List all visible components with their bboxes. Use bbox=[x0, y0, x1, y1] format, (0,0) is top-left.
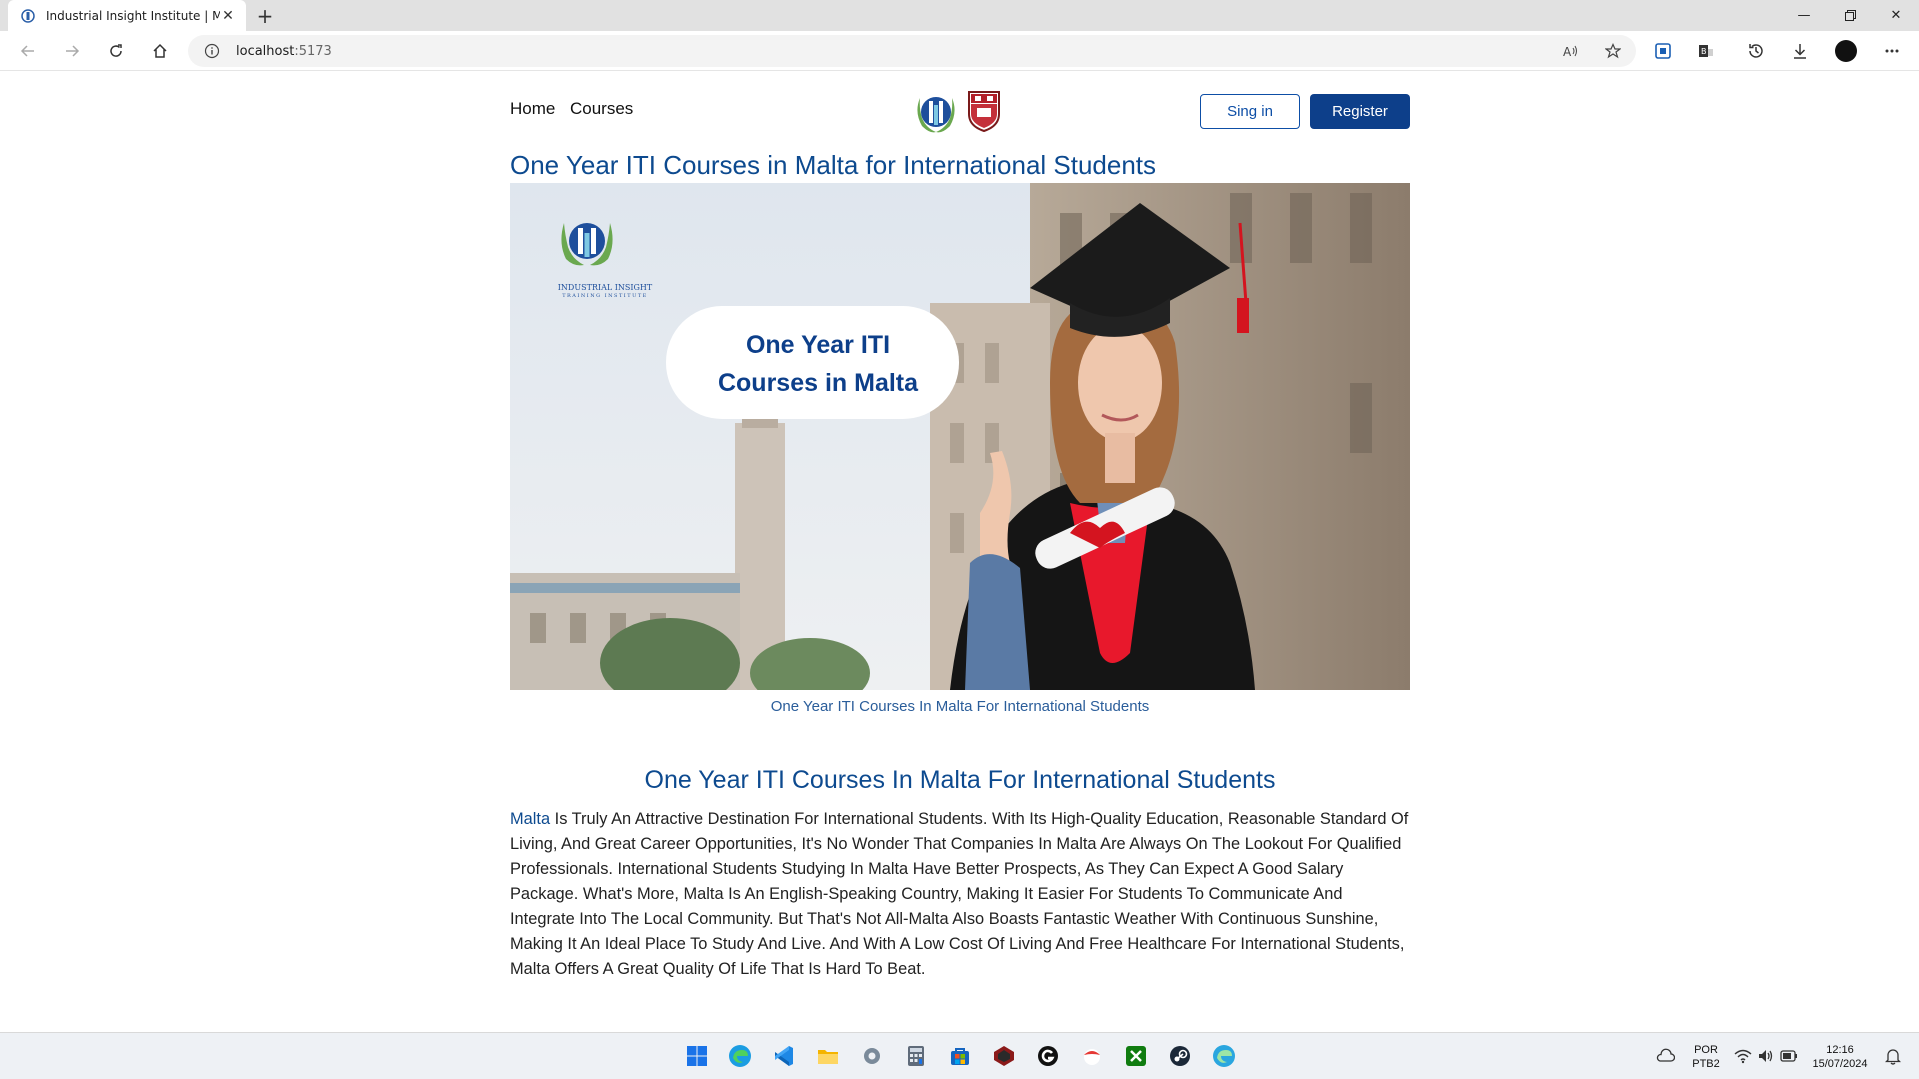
image-caption: One Year ITI Courses In Malta For Intern… bbox=[770, 698, 1150, 715]
xbox-icon[interactable] bbox=[1123, 1043, 1149, 1069]
clock[interactable]: 12:16 15/07/2024 bbox=[1808, 1043, 1872, 1071]
intro-paragraph: Malta Is Truly An Attractive Destination… bbox=[510, 807, 1410, 982]
hero-logo-line2: TRAINING INSTITUTE bbox=[562, 293, 648, 299]
back-icon[interactable] bbox=[12, 35, 44, 67]
browser-toolbar: localhost:5173 A B bbox=[0, 31, 1919, 71]
windows-taskbar: POR PTB2 12:16 15/07/2024 bbox=[0, 1032, 1919, 1079]
university-crest-icon[interactable] bbox=[967, 90, 1001, 132]
edge-browser-icon[interactable] bbox=[727, 1043, 753, 1069]
svg-text:B: B bbox=[1701, 47, 1707, 56]
new-tab-icon[interactable]: + bbox=[252, 3, 278, 29]
downloads-icon[interactable] bbox=[1784, 35, 1816, 67]
hero-banner-image: INDUSTRIAL INSIGHT TRAINING INSTITUTE On… bbox=[510, 183, 1410, 690]
home-icon[interactable] bbox=[144, 35, 176, 67]
sign-in-button[interactable]: Sing in bbox=[1200, 94, 1300, 129]
web-page: Home Courses Sing in Register One Year I… bbox=[0, 72, 1919, 1032]
extension-icon[interactable]: B bbox=[1690, 35, 1722, 67]
hero-bubble-line2: Courses in Malta bbox=[718, 369, 919, 397]
favorite-star-icon[interactable] bbox=[1598, 35, 1628, 67]
close-tab-icon[interactable]: ✕ bbox=[220, 8, 236, 24]
onedrive-cloud-icon[interactable] bbox=[1652, 1043, 1678, 1069]
g-hub-icon[interactable] bbox=[1035, 1043, 1061, 1069]
battery-icon[interactable] bbox=[1776, 1043, 1802, 1069]
section-title: One Year ITI Courses In Malta For Intern… bbox=[644, 766, 1276, 794]
clock-time: 12:16 bbox=[1826, 1044, 1854, 1056]
vscode-icon[interactable] bbox=[771, 1043, 797, 1069]
industrial-insight-logo-icon[interactable] bbox=[912, 90, 960, 134]
tab-title: Industrial Insight Institute | Malta bbox=[46, 8, 220, 23]
profile-avatar[interactable] bbox=[1830, 35, 1862, 67]
svg-text:A: A bbox=[1563, 45, 1572, 59]
calculator-icon[interactable] bbox=[903, 1043, 929, 1069]
nav-link-home[interactable]: Home bbox=[510, 99, 555, 119]
more-menu-icon[interactable] bbox=[1876, 35, 1908, 67]
browser-tab[interactable]: Industrial Insight Institute | Malta ✕ bbox=[8, 0, 246, 31]
input-language[interactable]: POR PTB2 bbox=[1690, 1043, 1722, 1071]
register-button[interactable]: Register bbox=[1310, 94, 1410, 129]
steam-icon[interactable] bbox=[1167, 1043, 1193, 1069]
url-text: localhost:5173 bbox=[236, 43, 332, 59]
malta-link[interactable]: Malta bbox=[510, 810, 550, 828]
history-icon[interactable] bbox=[1740, 35, 1772, 67]
page-title: One Year ITI Courses in Malta for Intern… bbox=[510, 150, 1157, 180]
site-favicon-icon bbox=[20, 8, 36, 24]
hero-bubble-line1: One Year ITI bbox=[746, 331, 890, 359]
minimize-icon[interactable]: — bbox=[1781, 0, 1827, 31]
site-info-icon[interactable] bbox=[204, 43, 220, 59]
restore-icon[interactable] bbox=[1827, 0, 1873, 31]
screenshot-icon[interactable] bbox=[1647, 35, 1679, 67]
refresh-icon[interactable] bbox=[100, 35, 132, 67]
intro-paragraph-text: Is Truly An Attractive Destination For I… bbox=[510, 810, 1409, 978]
hero-logo-line1: INDUSTRIAL INSIGHT bbox=[558, 283, 653, 292]
file-explorer-icon[interactable] bbox=[815, 1043, 841, 1069]
site-navbar: Home Courses Sing in Register bbox=[510, 90, 1410, 133]
address-bar[interactable]: localhost:5173 A bbox=[188, 35, 1636, 67]
windows-start-icon[interactable] bbox=[684, 1043, 710, 1069]
browser-tab-strip: Industrial Insight Institute | Malta ✕ +… bbox=[0, 0, 1919, 31]
microsoft-store-icon[interactable] bbox=[947, 1043, 973, 1069]
game-app-icon[interactable] bbox=[991, 1043, 1017, 1069]
notification-bell-icon[interactable] bbox=[1880, 1043, 1906, 1069]
clock-date: 15/07/2024 bbox=[1812, 1058, 1868, 1070]
forward-icon[interactable] bbox=[56, 35, 88, 67]
read-aloud-icon[interactable]: A bbox=[1555, 35, 1585, 67]
nav-link-courses[interactable]: Courses bbox=[570, 99, 633, 119]
red-app-icon[interactable] bbox=[1079, 1043, 1105, 1069]
close-window-icon[interactable]: ✕ bbox=[1873, 0, 1919, 31]
edge-dev-icon[interactable] bbox=[1211, 1043, 1237, 1069]
settings-gear-icon[interactable] bbox=[859, 1043, 885, 1069]
graduate-photo: INDUSTRIAL INSIGHT TRAINING INSTITUTE On… bbox=[510, 183, 1410, 690]
